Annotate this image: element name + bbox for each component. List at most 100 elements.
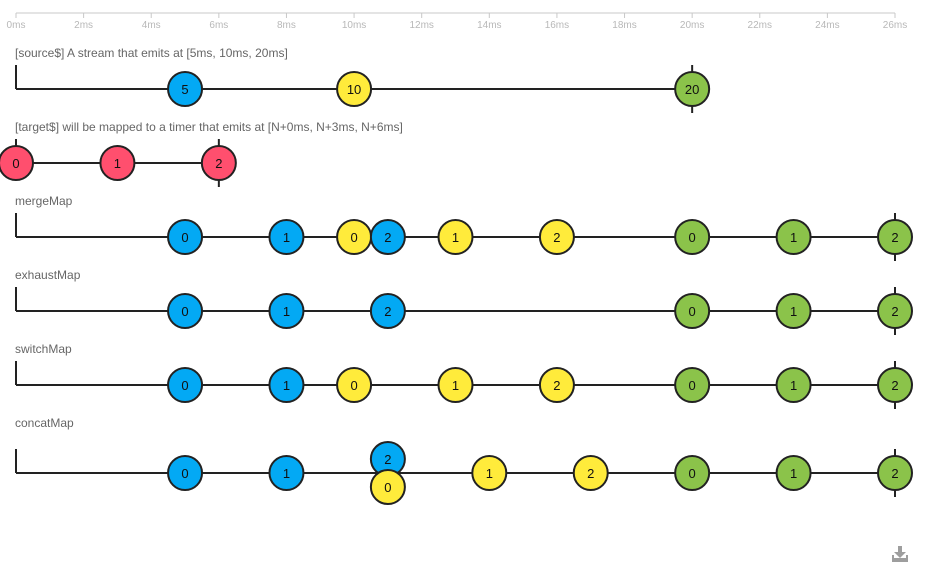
marble-value: 2 bbox=[553, 230, 560, 245]
axis-tick-label: 12ms bbox=[409, 20, 433, 31]
marble-value: 2 bbox=[384, 304, 391, 319]
marble: 1 bbox=[437, 219, 474, 255]
marble: 2 bbox=[877, 219, 913, 255]
marble: 1 bbox=[775, 219, 812, 255]
axis-tick-label: 16ms bbox=[545, 20, 569, 31]
marble: 1 bbox=[99, 145, 136, 181]
marble: 1 bbox=[775, 367, 812, 403]
row-label: switchMap bbox=[15, 342, 72, 356]
marble: 2 bbox=[369, 293, 406, 329]
marble-value: 0 bbox=[350, 378, 357, 393]
marble: 0 bbox=[336, 219, 373, 255]
marble-value: 1 bbox=[790, 466, 797, 481]
marble: 0 bbox=[167, 367, 204, 403]
marble: 0 bbox=[167, 219, 204, 255]
marble-value: 0 bbox=[350, 230, 357, 245]
marble: 1 bbox=[471, 455, 508, 491]
time-axis: 0ms 2ms 4ms 6ms 8ms 10ms 12ms 14ms 16ms 18ms 20ms 2… bbox=[7, 12, 907, 31]
marble: 2 bbox=[538, 219, 575, 255]
marble-value: 1 bbox=[283, 378, 290, 393]
marble: 1 bbox=[268, 455, 305, 491]
marble: 1 bbox=[775, 293, 812, 329]
marble-value: 1 bbox=[790, 230, 797, 245]
marble-value: 0 bbox=[12, 156, 19, 171]
download-icon bbox=[892, 546, 908, 562]
marble-diagram: 0ms 2ms 4ms 6ms 8ms 10ms 12ms 14ms 16ms 18ms 20ms 2… bbox=[0, 12, 913, 505]
axis-tick-label: 26ms bbox=[883, 20, 907, 31]
marble-value: 2 bbox=[891, 378, 898, 393]
marble-value: 2 bbox=[384, 452, 391, 467]
row-label: exhaustMap bbox=[15, 268, 81, 282]
row-target: [target$] will be mapped to a timer that… bbox=[0, 120, 403, 187]
marble: 2 bbox=[538, 367, 575, 403]
marble: 0 bbox=[369, 469, 406, 505]
marble-value: 2 bbox=[215, 156, 222, 171]
axis-tick-label: 24ms bbox=[815, 20, 839, 31]
marble-value: 0 bbox=[689, 230, 696, 245]
stream-rows: [source$] A stream that emits at [5ms, 1… bbox=[0, 46, 913, 505]
marble-value: 2 bbox=[384, 230, 391, 245]
marble: 2 bbox=[877, 293, 913, 329]
marble-value: 0 bbox=[689, 466, 696, 481]
marble: 2 bbox=[877, 455, 913, 491]
marble: 2 bbox=[369, 219, 406, 255]
axis-tick-label: 20ms bbox=[680, 20, 704, 31]
marble-value: 0 bbox=[384, 480, 391, 495]
row-label: [source$] A stream that emits at [5ms, 1… bbox=[15, 46, 288, 60]
axis-tick-label: 10ms bbox=[342, 20, 366, 31]
row-concatMap: concatMap 0 1 2 0 1 2 0 1 2 bbox=[15, 416, 913, 505]
marble: 2 bbox=[572, 455, 609, 491]
marble: 0 bbox=[674, 219, 711, 255]
row-label: [target$] will be mapped to a timer that… bbox=[15, 120, 403, 134]
marble-value: 10 bbox=[347, 82, 361, 97]
marble-value: 2 bbox=[891, 230, 898, 245]
marble-value: 0 bbox=[181, 230, 188, 245]
axis-tick-label: 0ms bbox=[7, 20, 26, 31]
marble: 10 bbox=[336, 71, 373, 107]
marble-value: 1 bbox=[283, 466, 290, 481]
marble: 1 bbox=[268, 219, 305, 255]
row-source: [source$] A stream that emits at [5ms, 1… bbox=[15, 46, 711, 113]
marble-value: 5 bbox=[181, 82, 188, 97]
marble-value: 1 bbox=[486, 466, 493, 481]
marble: 0 bbox=[674, 293, 711, 329]
marble: 20 bbox=[674, 71, 711, 107]
axis-tick-label: 8ms bbox=[277, 20, 296, 31]
marble: 0 bbox=[167, 293, 204, 329]
marble-value: 1 bbox=[283, 230, 290, 245]
marble-value: 1 bbox=[790, 304, 797, 319]
marble-value: 0 bbox=[689, 304, 696, 319]
marble: 0 bbox=[0, 145, 34, 181]
marble-value: 1 bbox=[790, 378, 797, 393]
marble-value: 2 bbox=[587, 466, 594, 481]
marble: 1 bbox=[775, 455, 812, 491]
row-label: mergeMap bbox=[15, 194, 73, 208]
download-button[interactable] bbox=[891, 545, 909, 563]
marble-value: 1 bbox=[452, 378, 459, 393]
marble: 1 bbox=[268, 367, 305, 403]
row-exhaustMap: exhaustMap 0 1 2 0 1 2 bbox=[15, 268, 913, 335]
marble-value: 0 bbox=[181, 304, 188, 319]
marble-value: 1 bbox=[283, 304, 290, 319]
axis-tick-label: 22ms bbox=[748, 20, 772, 31]
marble-value: 0 bbox=[181, 466, 188, 481]
row-mergeMap: mergeMap 0 1 0 2 1 2 0 1 2 bbox=[15, 194, 913, 261]
marble: 0 bbox=[336, 367, 373, 403]
marble: 0 bbox=[674, 455, 711, 491]
marble-value: 2 bbox=[891, 466, 898, 481]
marble-value: 2 bbox=[891, 304, 898, 319]
row-switchMap: switchMap 0 1 0 1 2 0 1 2 bbox=[15, 342, 913, 409]
marble: 2 bbox=[877, 367, 913, 403]
marble: 0 bbox=[674, 367, 711, 403]
marble-value: 20 bbox=[685, 82, 699, 97]
row-label: concatMap bbox=[15, 416, 74, 430]
marble: 5 bbox=[167, 71, 204, 107]
marble-value: 1 bbox=[114, 156, 121, 171]
marble: 1 bbox=[437, 367, 474, 403]
marble: 2 bbox=[200, 145, 237, 181]
marble-value: 0 bbox=[181, 378, 188, 393]
marble-value: 2 bbox=[553, 378, 560, 393]
marble-value: 0 bbox=[689, 378, 696, 393]
axis-tick-label: 6ms bbox=[209, 20, 228, 31]
marble: 1 bbox=[268, 293, 305, 329]
